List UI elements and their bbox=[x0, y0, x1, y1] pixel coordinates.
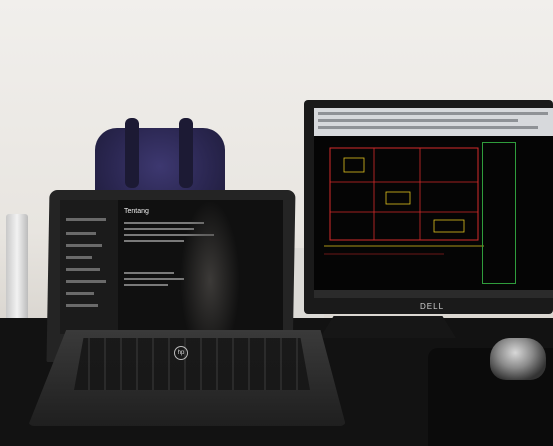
sidebar-item bbox=[66, 218, 106, 221]
detail-line bbox=[124, 278, 184, 280]
backpack-strap bbox=[179, 118, 193, 188]
computer-mouse bbox=[490, 338, 546, 380]
detail-line bbox=[124, 284, 168, 286]
monitor-screen-cad bbox=[314, 108, 553, 298]
sidebar-item bbox=[66, 256, 92, 259]
settings-sidebar bbox=[60, 200, 118, 334]
desk-photo: DELL Tentang hp bbox=[0, 0, 553, 446]
sidebar-item bbox=[66, 280, 106, 283]
cad-status-bar bbox=[314, 290, 553, 298]
cad-floor-plan bbox=[324, 147, 484, 255]
sidebar-item bbox=[66, 244, 102, 247]
laptop-logo: hp bbox=[174, 346, 188, 360]
detail-line bbox=[124, 272, 174, 274]
toolbar-row bbox=[318, 112, 548, 115]
cad-ribbon-toolbar bbox=[314, 108, 553, 136]
keyboard bbox=[74, 338, 310, 390]
toolbar-row bbox=[318, 119, 518, 122]
toolbar-row bbox=[318, 126, 538, 129]
sidebar-item bbox=[66, 232, 96, 235]
sidebar-item bbox=[66, 268, 100, 271]
sidebar-item bbox=[66, 292, 94, 295]
backpack-strap bbox=[125, 118, 139, 188]
cad-side-panel bbox=[482, 142, 516, 284]
monitor-logo: DELL bbox=[420, 302, 445, 311]
screen-reflection bbox=[180, 200, 240, 334]
detail-line bbox=[124, 240, 184, 242]
settings-title: Tentang bbox=[124, 208, 149, 215]
laptop-screen: Tentang bbox=[60, 200, 283, 334]
sidebar-item bbox=[66, 304, 98, 307]
monitor-stand bbox=[320, 316, 456, 338]
